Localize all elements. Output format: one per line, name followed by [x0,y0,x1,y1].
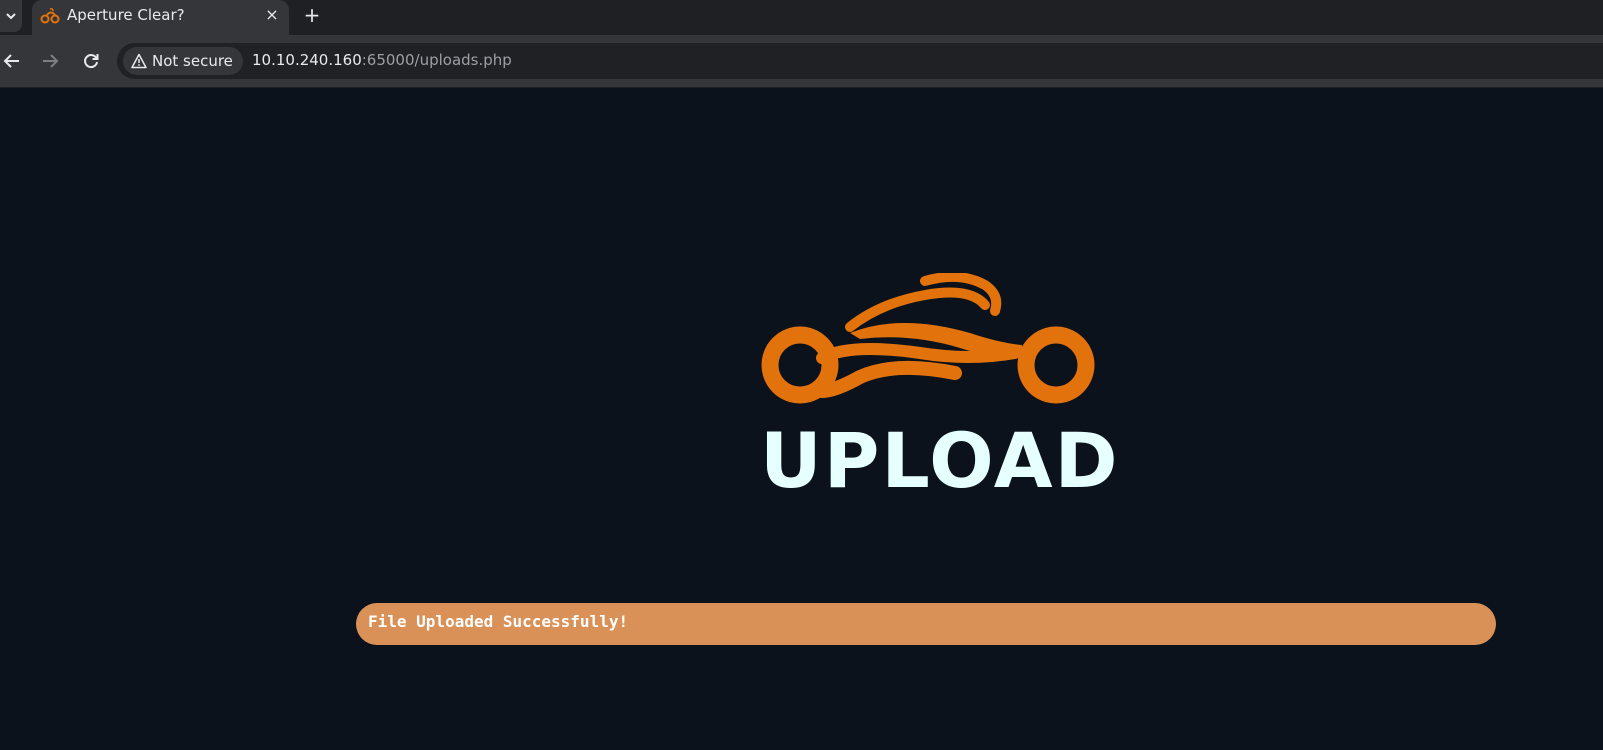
motorcycle-logo [761,273,1095,404]
page-content: UPLOAD File Uploaded Successfully! [0,88,1603,750]
address-bar[interactable]: Not secure 10.10.240.160:65000/uploads.p… [117,43,1603,79]
upload-logo-text: UPLOAD [760,416,1120,505]
tab-title: Aperture Clear? [67,6,185,24]
security-indicator[interactable]: Not secure [123,47,243,75]
tab-strip: Aperture Clear? × + [0,0,1603,35]
motorcycle-icon [40,8,60,24]
arrow-left-icon [3,54,19,68]
url-text[interactable]: 10.10.240.160:65000/uploads.php [252,51,512,69]
url-host: 10.10.240.160 [252,51,362,69]
url-path: :65000/uploads.php [361,51,512,69]
back-button[interactable] [0,49,24,73]
close-tab-icon[interactable]: × [263,6,281,24]
arrow-right-icon [43,54,59,68]
reload-icon [84,54,99,69]
forward-button[interactable] [38,49,62,73]
upload-status-message: File Uploaded Successfully! [356,603,1496,645]
tab-search-button[interactable] [0,0,22,32]
reload-button[interactable] [79,49,103,73]
new-tab-button[interactable]: + [300,3,324,27]
tab-active[interactable]: Aperture Clear? × [32,0,289,35]
browser-toolbar: Not secure 10.10.240.160:65000/uploads.p… [0,35,1603,88]
warning-icon [131,53,147,69]
chevron-down-icon [6,13,16,20]
security-label: Not secure [152,52,233,70]
